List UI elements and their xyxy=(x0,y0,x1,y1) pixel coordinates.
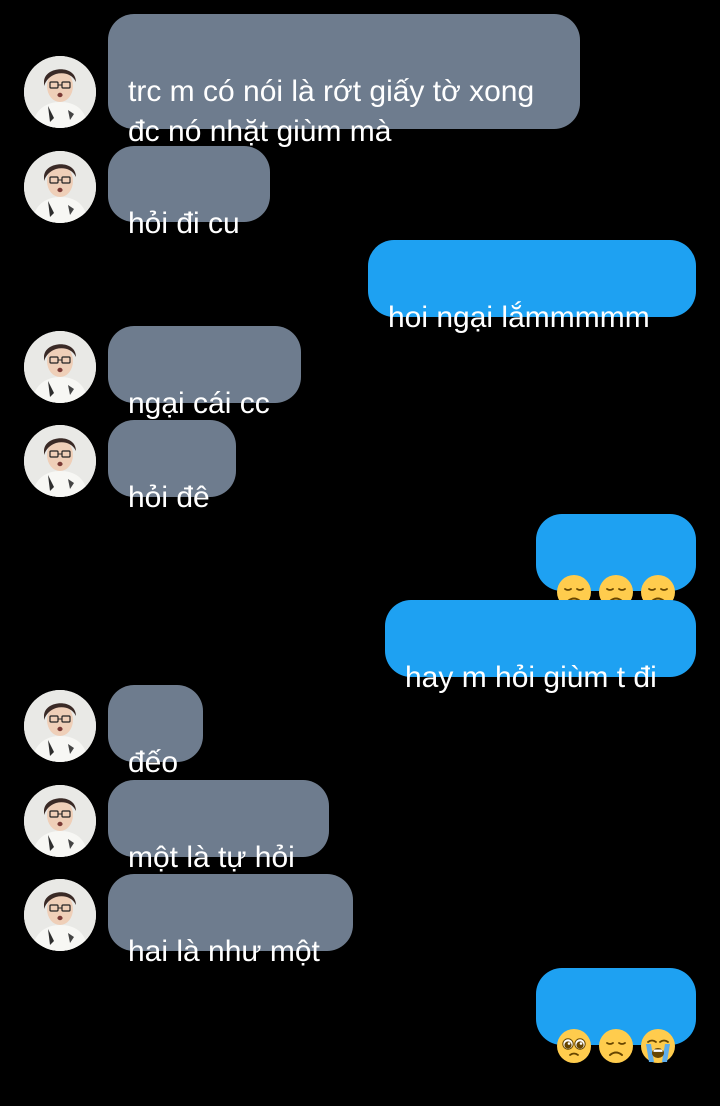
incoming-message-bubble[interactable]: hỏi đi cu xyxy=(108,146,270,240)
avatar[interactable] xyxy=(24,690,96,762)
chat-thread: trc m có nói là rớt giấy tờ xong đc nó n… xyxy=(0,0,720,1064)
incoming-message-bubble[interactable]: đếo xyxy=(108,685,203,779)
avatar[interactable] xyxy=(24,425,96,497)
avatar[interactable] xyxy=(24,785,96,857)
message-text: hai là như một xyxy=(128,935,320,968)
message-text: hỏi đi cu xyxy=(128,207,240,240)
avatar[interactable] xyxy=(24,331,96,403)
message-text: hay m hỏi giùm t đi xyxy=(405,661,657,694)
message-text: đếo xyxy=(128,746,179,779)
incoming-message-bubble[interactable]: hỏi đê xyxy=(108,420,236,514)
outgoing-message-bubble[interactable] xyxy=(536,968,696,1064)
message-text: một là tự hỏi xyxy=(128,841,295,874)
loudly-crying-face-icon xyxy=(640,1028,676,1064)
avatar[interactable] xyxy=(24,879,96,951)
incoming-message-bubble[interactable]: trc m có nói là rớt giấy tờ xong đc nó n… xyxy=(108,14,580,148)
incoming-message-bubble[interactable]: một là tự hỏi xyxy=(108,780,329,874)
avatar[interactable] xyxy=(24,151,96,223)
message-text: ngại cái cc xyxy=(128,387,270,420)
disappointed-face-icon xyxy=(598,1028,634,1064)
incoming-message-bubble[interactable]: ngại cái cc xyxy=(108,326,301,420)
outgoing-message-bubble[interactable]: hoi ngại lắmmmmm xyxy=(368,240,696,334)
outgoing-message-bubble[interactable] xyxy=(536,514,696,610)
outgoing-message-bubble[interactable]: hay m hỏi giùm t đi xyxy=(385,600,696,694)
incoming-message-bubble[interactable]: hai là như một xyxy=(108,874,353,968)
message-text: trc m có nói là rớt giấy tờ xong đc nó n… xyxy=(128,75,535,148)
message-text: hỏi đê xyxy=(128,481,210,514)
avatar[interactable] xyxy=(24,56,96,128)
pleading-face-icon xyxy=(556,1028,592,1064)
message-text: hoi ngại lắmmmmm xyxy=(388,301,650,334)
emoji-row xyxy=(556,1026,676,1066)
